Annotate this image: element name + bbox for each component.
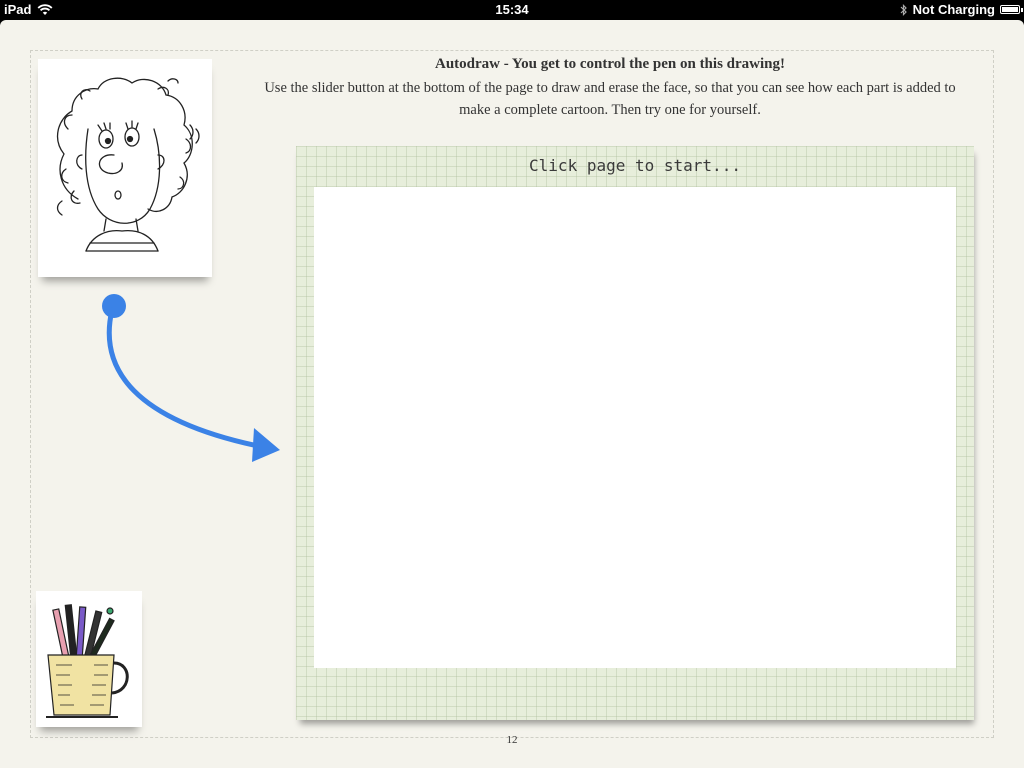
cartoon-face-thumbnail — [38, 59, 212, 277]
pen-cup-thumbnail — [36, 591, 142, 727]
page-description: Use the slider button at the bottom of t… — [264, 80, 956, 118]
arrow-icon — [102, 294, 280, 462]
drawing-canvas[interactable] — [314, 187, 956, 668]
start-prompt[interactable]: Click page to start... — [296, 156, 974, 175]
status-time: 15:34 — [495, 2, 529, 17]
status-right: Not Charging — [900, 2, 1023, 17]
battery-icon — [1000, 5, 1023, 14]
book-page[interactable]: Autodraw - You get to control the pen on… — [0, 20, 1024, 768]
pen-cup-icon — [46, 604, 129, 718]
status-bar: iPad 15:34 Not Charging — [0, 0, 1024, 20]
bluetooth-icon — [900, 3, 907, 16]
drawing-board[interactable]: Click page to start... — [296, 146, 974, 720]
page-number: 12 — [506, 734, 518, 746]
page-title: Autodraw - You get to control the pen on… — [434, 56, 785, 72]
charging-status: Not Charging — [912, 2, 995, 17]
cartoon-face-icon — [56, 77, 200, 252]
